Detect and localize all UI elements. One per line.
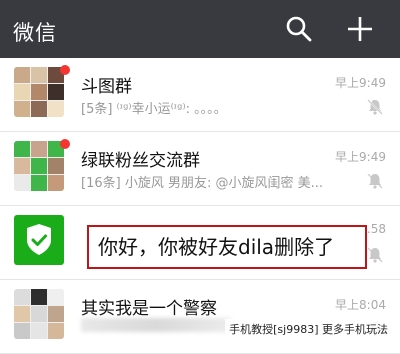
chat-name: 绿联粉丝交流群 xyxy=(81,151,200,171)
top-bar: 微信 xyxy=(0,0,400,58)
chat-row-police[interactable]: 其实我是一个警察 早上8:04 xyxy=(0,280,400,354)
unread-dot xyxy=(60,139,70,149)
watermark: 手机教授[sj9983] 更多手机玩法 xyxy=(225,319,392,339)
shield-avatar xyxy=(14,215,64,265)
chat-name: 其实我是一个警察 xyxy=(81,299,217,319)
chat-time: 早上8:04 xyxy=(335,298,386,312)
chat-name: 斗图群 xyxy=(81,77,132,97)
deleted-notice-callout: 你好，你被好友dila删除了 xyxy=(87,225,367,269)
group-avatar xyxy=(14,67,64,117)
chat-time: 早上9:49 xyxy=(335,150,386,164)
group-avatar xyxy=(14,141,64,191)
search-icon[interactable] xyxy=(284,14,314,44)
chat-list: 斗图群 [5条] ⁽ᶦᵍ⁾幸小运⁽ᶦᵍ⁾: 。。。。 早上9:49 绿联粉丝交流… xyxy=(0,58,400,354)
blurred-preview xyxy=(81,318,231,332)
mute-bell-icon xyxy=(367,173,383,189)
chat-row-doutu[interactable]: 斗图群 [5条] ⁽ᶦᵍ⁾幸小运⁽ᶦᵍ⁾: 。。。。 早上9:49 xyxy=(0,58,400,132)
chat-time: 早上9:49 xyxy=(335,76,386,90)
chat-row-lvlian[interactable]: 绿联粉丝交流群 [16条] 小旋风 男朋友: @小旋风闺密 美... 早上9:4… xyxy=(0,132,400,206)
mute-bell-icon xyxy=(367,247,383,263)
unread-dot xyxy=(60,65,70,75)
group-avatar xyxy=(14,289,64,339)
mute-bell-icon xyxy=(367,99,383,115)
app-title: 微信 xyxy=(13,21,57,45)
chat-preview: [5条] ⁽ᶦᵍ⁾幸小运⁽ᶦᵍ⁾: 。。。。 xyxy=(81,102,227,117)
shield-check-icon xyxy=(27,224,51,255)
chat-preview: [16条] 小旋风 男朋友: @小旋风闺密 美... xyxy=(81,176,323,191)
add-icon[interactable] xyxy=(345,14,375,44)
